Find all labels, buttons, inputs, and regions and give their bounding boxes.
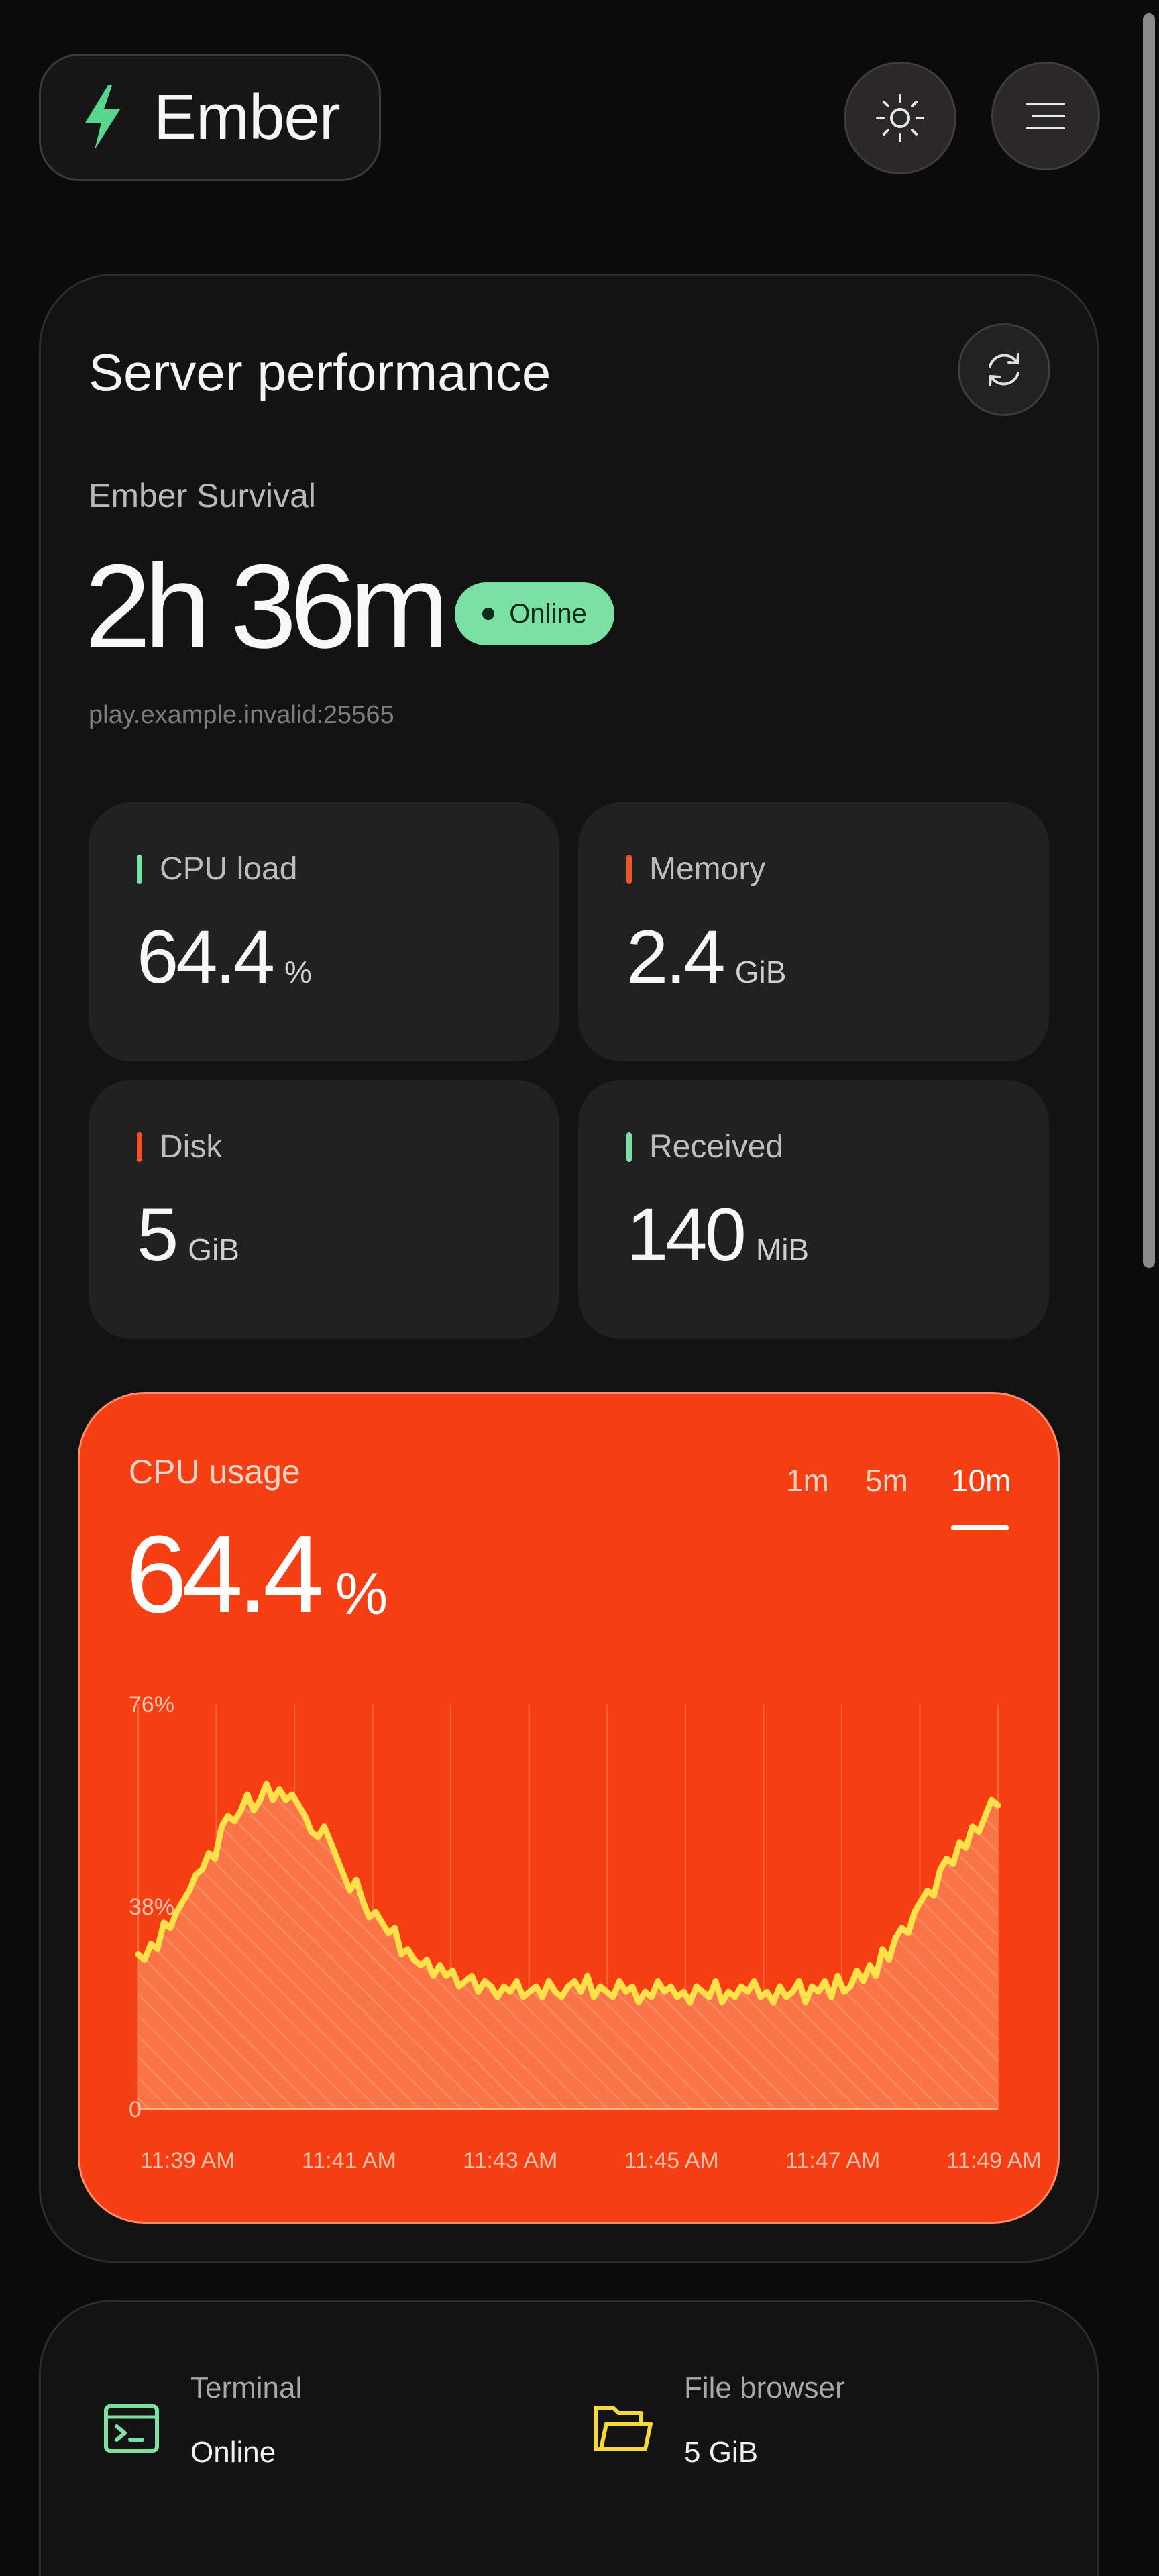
stat-card-memory: Memory 2.4 GiB: [578, 802, 1049, 1061]
stat-accent-bar: [626, 1132, 632, 1162]
status-label: Online: [509, 598, 587, 629]
folder-icon: [594, 2406, 653, 2451]
stat-card-cpu: CPU load 64.4%: [89, 802, 559, 1061]
cpu-usage-title: CPU usage: [129, 1453, 300, 1491]
stat-value: 5 GiB: [137, 1193, 239, 1277]
stat-label: Disk: [160, 1129, 223, 1165]
stat-card-disk: Disk 5 GiB: [89, 1080, 559, 1339]
stat-accent-bar: [626, 855, 632, 884]
menu-button[interactable]: [991, 62, 1100, 170]
range-tab-1m[interactable]: 1m: [786, 1462, 829, 1499]
server-address[interactable]: play.example.invalid:25565: [89, 701, 394, 730]
terminal-label: Terminal: [190, 2371, 302, 2404]
cpu-usage-unit: %: [335, 1560, 388, 1627]
status-badge: Online: [455, 582, 614, 645]
stat-accent-bar: [137, 1132, 142, 1162]
range-tab-indicator: [951, 1525, 1009, 1530]
brand-name: Ember: [154, 81, 341, 153]
uptime-value: 2h 36m: [85, 539, 449, 673]
sun-icon: [876, 94, 924, 142]
terminal-icon: [104, 2404, 159, 2453]
stat-accent-bar: [137, 855, 142, 884]
cpu-usage-value: 64.4: [126, 1513, 324, 1635]
page-scrollbar[interactable]: [1143, 13, 1155, 1268]
stat-label: Received: [649, 1129, 784, 1165]
stat-value: 140 MiB: [626, 1193, 810, 1277]
server-name: Ember Survival: [89, 477, 316, 515]
refresh-button[interactable]: [958, 323, 1092, 419]
file-browser-size: 5 GiB: [684, 2436, 759, 2469]
card-title: Server performance: [89, 343, 551, 402]
status-dot-icon: [482, 608, 495, 620]
range-tab-5m[interactable]: 5m: [865, 1462, 908, 1499]
stat-label: CPU load: [160, 851, 298, 887]
stat-value: 64.4%: [137, 915, 312, 999]
stat-value: 2.4 GiB: [626, 915, 787, 999]
stat-label: Memory: [649, 851, 766, 887]
file-browser-label: File browser: [684, 2371, 845, 2404]
hamburger-icon: [1026, 103, 1065, 129]
range-tab-10m[interactable]: 10m: [951, 1462, 1011, 1499]
refresh-icon: [989, 353, 1019, 386]
brand-badge[interactable]: Ember: [39, 54, 381, 181]
terminal-status: Online: [190, 2436, 276, 2469]
theme-toggle-button[interactable]: [844, 62, 956, 174]
stat-card-received: Received 140 MiB: [578, 1080, 1049, 1339]
lightning-bolt-icon: [85, 85, 120, 150]
